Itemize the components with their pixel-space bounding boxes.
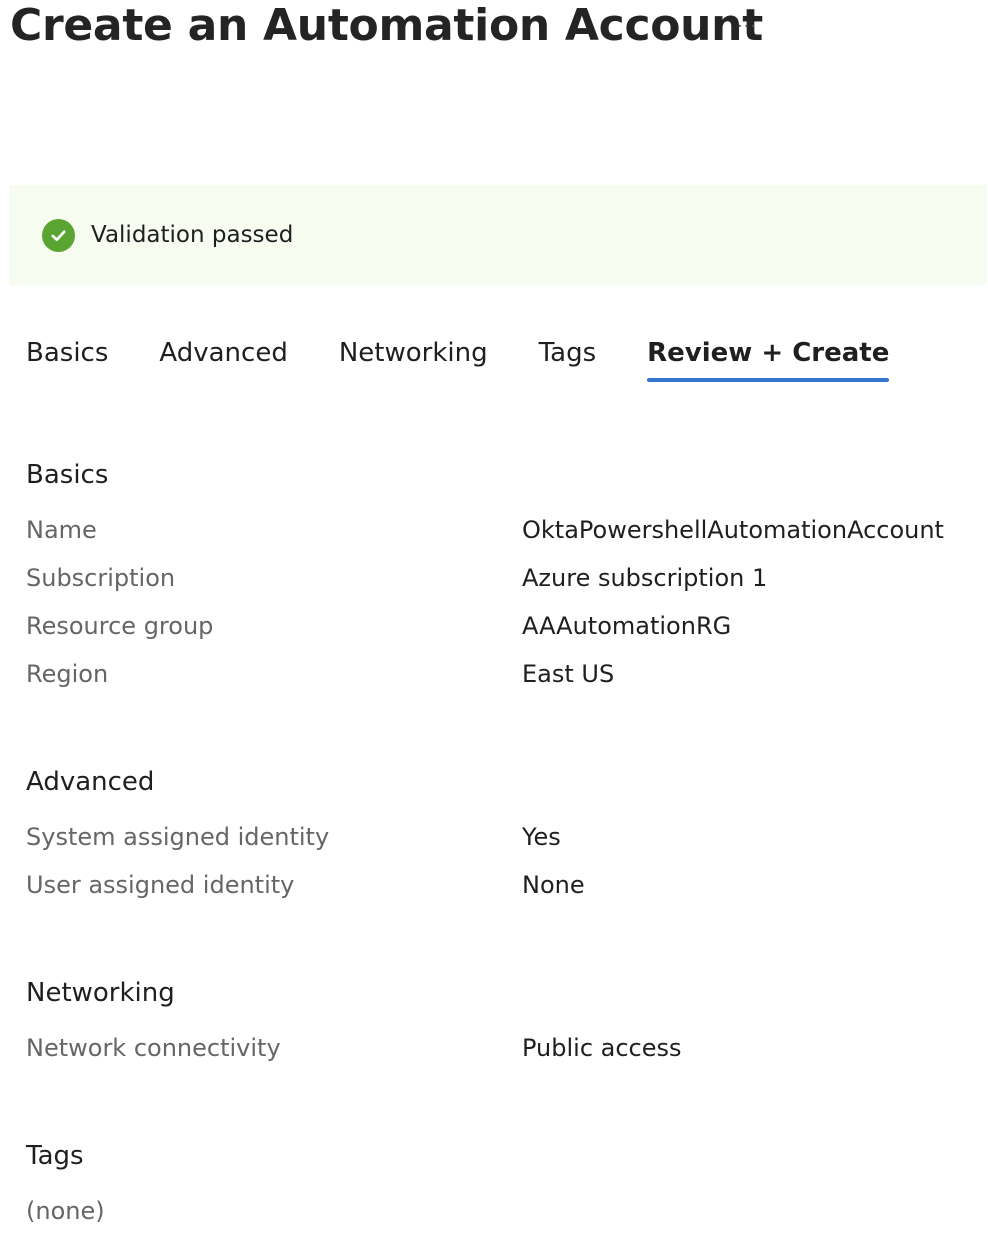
tab-advanced[interactable]: Advanced bbox=[159, 338, 287, 382]
row-label: Name bbox=[26, 516, 97, 544]
page-header: Create an Automation Account bbox=[10, 0, 763, 54]
advanced-section: Advanced System assigned identity Yes Us… bbox=[26, 765, 966, 917]
wizard-tabs: Basics Advanced Networking Tags Review +… bbox=[26, 338, 940, 382]
row-value: AAAutomationRG bbox=[522, 612, 732, 640]
check-circle-icon bbox=[42, 218, 75, 252]
page-title: Create an Automation Account bbox=[10, 0, 763, 51]
row-label: System assigned identity bbox=[26, 823, 330, 851]
row-label: Resource group bbox=[26, 612, 214, 640]
row-value: OktaPowershellAutomationAccount bbox=[522, 516, 944, 544]
row-value: Azure subscription 1 bbox=[522, 564, 768, 592]
tab-review-create[interactable]: Review + Create bbox=[647, 338, 890, 382]
row-value: Yes bbox=[522, 823, 561, 851]
row-label: Network connectivity bbox=[26, 1034, 281, 1062]
summary-row: System assigned identity Yes bbox=[26, 821, 966, 869]
section-title-advanced: Advanced bbox=[26, 767, 155, 797]
tab-networking[interactable]: Networking bbox=[339, 338, 488, 382]
row-label: Subscription bbox=[26, 564, 176, 592]
summary-row: Subscription Azure subscription 1 bbox=[26, 562, 966, 610]
section-title-basics: Basics bbox=[26, 460, 109, 490]
tab-basics[interactable]: Basics bbox=[26, 338, 108, 382]
basics-section: Basics Name OktaPowershellAutomationAcco… bbox=[26, 458, 966, 706]
row-label: User assigned identity bbox=[26, 871, 295, 899]
section-title-networking: Networking bbox=[26, 978, 175, 1008]
tags-section: Tags (none) bbox=[26, 1139, 966, 1227]
summary-row: Region East US bbox=[26, 658, 966, 706]
tags-empty-text: (none) bbox=[26, 1197, 105, 1225]
row-label: Region bbox=[26, 660, 109, 688]
summary-row: Network connectivity Public access bbox=[26, 1032, 966, 1080]
more-options-button[interactable]: ··· bbox=[733, 12, 761, 40]
summary-row: Resource group AAAutomationRG bbox=[26, 610, 966, 658]
row-value: None bbox=[522, 871, 585, 899]
section-title-tags: Tags bbox=[26, 1141, 84, 1171]
tab-tags[interactable]: Tags bbox=[539, 338, 597, 382]
row-value: Public access bbox=[522, 1034, 682, 1062]
summary-row: Name OktaPowershellAutomationAccount bbox=[26, 514, 966, 562]
validation-banner: Validation passed bbox=[9, 185, 987, 285]
networking-section: Networking Network connectivity Public a… bbox=[26, 976, 966, 1080]
row-value: East US bbox=[522, 660, 615, 688]
validation-status-text: Validation passed bbox=[91, 222, 294, 248]
summary-row: User assigned identity None bbox=[26, 869, 966, 917]
